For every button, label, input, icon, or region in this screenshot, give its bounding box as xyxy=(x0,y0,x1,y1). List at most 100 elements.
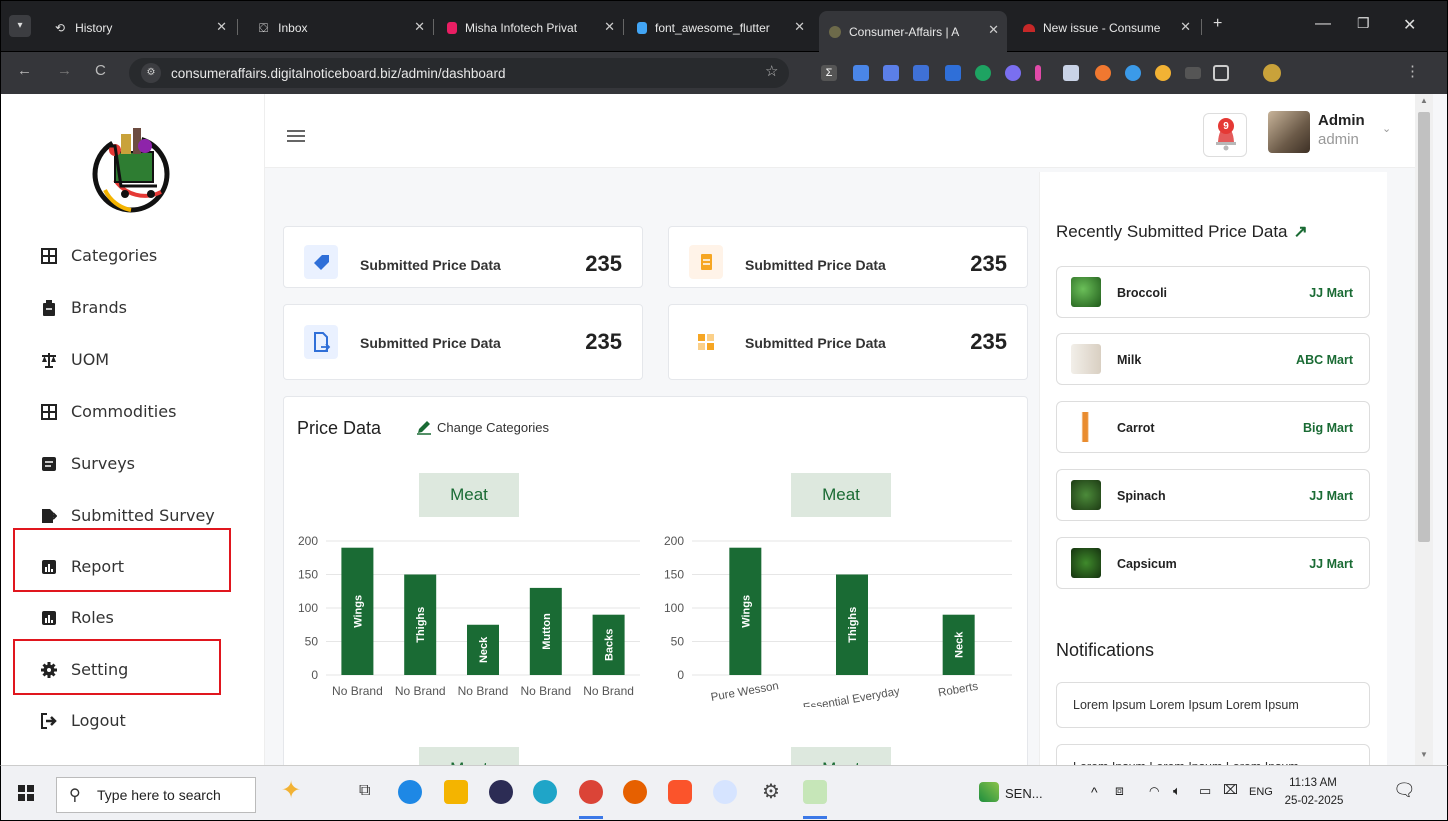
price-bar-chart: 0 50 100 150 200 Wings Pure Wesson Thighs Essent… xyxy=(664,534,1012,707)
close-icon[interactable]: ✕ xyxy=(604,19,615,35)
y-tick-label: 100 xyxy=(298,601,318,615)
sidebar-item-brands[interactable]: Brands xyxy=(41,298,127,317)
android-studio-icon[interactable] xyxy=(713,780,737,804)
sidebar-item-label: Surveys xyxy=(71,454,135,473)
address-bar[interactable]: ⚙ consumeraffairs.digitalnoticeboard.biz… xyxy=(129,58,789,88)
settings-gear-icon[interactable]: ⚙ xyxy=(759,780,783,804)
close-icon[interactable]: ✕ xyxy=(216,19,227,35)
color-extension-icon[interactable] xyxy=(1005,65,1021,81)
notification-bell-button[interactable]: 9 xyxy=(1203,113,1247,157)
site-info-icon[interactable]: ⚙ xyxy=(141,63,161,83)
list-item[interactable]: Capsicum JJ Mart xyxy=(1056,537,1370,589)
task-view-icon[interactable]: ⧉ xyxy=(359,782,370,800)
task-manager-icon[interactable] xyxy=(803,780,827,804)
minimize-icon[interactable]: — xyxy=(1315,15,1331,33)
page-scrollbar[interactable]: ▲ ▼ xyxy=(1415,94,1433,765)
clock-date[interactable]: 25-02-2025 xyxy=(1281,795,1347,807)
sidebar-item-submitted-survey[interactable]: Submitted Survey xyxy=(41,506,215,525)
cast-extension-icon[interactable] xyxy=(913,65,929,81)
emoji-extension-icon[interactable] xyxy=(1155,65,1171,81)
close-icon[interactable]: ✕ xyxy=(988,22,999,38)
cursor-extension-icon[interactable] xyxy=(1063,65,1079,81)
browser-menu-icon[interactable]: ⋮ xyxy=(1405,62,1420,80)
bookmark-star-icon[interactable]: ☆ xyxy=(765,62,778,80)
profile-avatar-icon[interactable] xyxy=(1263,64,1281,82)
new-tab-icon[interactable]: + xyxy=(1213,15,1222,33)
file-explorer-icon[interactable] xyxy=(444,780,468,804)
recent-title[interactable]: Recently Submitted Price Data ↗ xyxy=(1056,222,1308,242)
change-categories-button[interactable]: Change Categories xyxy=(416,419,549,435)
notification-item[interactable]: Lorem Ipsum Lorem Ipsum Lorem Ipsum xyxy=(1056,682,1370,728)
json-extension-icon[interactable] xyxy=(1095,65,1111,81)
sidebar-item-label: Roles xyxy=(71,608,114,627)
tab-new-issue[interactable]: New issue - Consume ✕ xyxy=(1013,13,1199,43)
list-item[interactable]: Milk ABC Mart xyxy=(1056,333,1370,385)
close-icon[interactable]: ✕ xyxy=(414,19,425,35)
sigma-extension-icon[interactable]: Σ xyxy=(821,65,837,81)
eclipse-icon[interactable] xyxy=(489,780,513,804)
sidebar-item-logout[interactable]: Logout xyxy=(41,711,126,730)
close-window-icon[interactable]: ✕ xyxy=(1403,15,1416,35)
sidebar-item-roles[interactable]: Roles xyxy=(41,608,114,627)
battery-icon[interactable]: ▭ xyxy=(1199,783,1211,799)
restore-icon[interactable]: ❐ xyxy=(1357,15,1370,32)
language-indicator[interactable]: ENG xyxy=(1249,786,1273,798)
back-icon[interactable]: ← xyxy=(17,62,32,79)
sidebar-item-surveys[interactable]: Surveys xyxy=(41,454,135,473)
crx-extension-icon[interactable] xyxy=(1185,67,1201,79)
extensions-puzzle-icon[interactable] xyxy=(1213,65,1229,81)
category-chip[interactable]: Meat xyxy=(791,473,891,517)
screen-extension-icon[interactable] xyxy=(883,65,899,81)
tab-history[interactable]: ⟲ History ✕ xyxy=(45,13,235,43)
tab-consumer-affairs[interactable]: Consumer-Affairs | A ✕ xyxy=(819,11,1007,53)
hamburger-menu-icon[interactable] xyxy=(287,130,305,142)
tab-font-awesome[interactable]: font_awesome_flutter ✕ xyxy=(627,13,813,43)
skype-icon[interactable] xyxy=(398,780,422,804)
scroll-down-icon[interactable]: ▼ xyxy=(1420,750,1428,759)
list-item[interactable]: Carrot Big Mart xyxy=(1056,401,1370,453)
category-chip[interactable]: Meat xyxy=(791,747,891,765)
forward-icon[interactable]: → xyxy=(57,62,72,79)
wifi-icon[interactable]: ◠ xyxy=(1149,784,1159,798)
edge-icon[interactable] xyxy=(533,780,557,804)
scrollbar-thumb[interactable] xyxy=(1418,112,1430,542)
stocks-widget-icon[interactable] xyxy=(979,782,999,802)
notification-center-icon[interactable]: 🗨︎ xyxy=(1393,780,1416,801)
sidebar-item-commodities[interactable]: Commodities xyxy=(41,402,176,421)
record-extension-icon[interactable] xyxy=(1125,65,1141,81)
firefox-icon[interactable] xyxy=(623,780,647,804)
grammarly-extension-icon[interactable] xyxy=(975,65,991,81)
tab-search-icon[interactable]: ▾ xyxy=(9,15,31,37)
top-header: 9 Admin admin ⌄ xyxy=(265,94,1415,168)
stocks-widget-label[interactable]: SEN... xyxy=(1005,786,1043,801)
pen-workspace-icon[interactable]: ⌧ xyxy=(1223,782,1238,798)
brave-icon[interactable] xyxy=(668,780,692,804)
tray-chevron-up-icon[interactable]: ^ xyxy=(1091,784,1098,800)
stat-card: Submitted Price Data 235 xyxy=(283,304,643,380)
category-chip[interactable]: Meat xyxy=(419,473,519,517)
tray-app-icon[interactable]: ⧈ xyxy=(1115,782,1124,799)
windows-start-icon[interactable] xyxy=(18,785,34,801)
taskbar-search-input[interactable]: ⚲ Type here to search xyxy=(56,777,256,813)
volume-icon[interactable]: 🔈︎ xyxy=(1173,783,1181,799)
scroll-up-icon[interactable]: ▲ xyxy=(1420,96,1428,105)
clock-time[interactable]: 11:13 AM xyxy=(1283,777,1343,789)
avatar[interactable] xyxy=(1268,111,1310,153)
sidebar-item-uom[interactable]: UOM xyxy=(41,350,109,369)
list-item[interactable]: Broccoli JJ Mart xyxy=(1056,266,1370,318)
category-chip[interactable]: Meat xyxy=(419,747,519,765)
close-icon[interactable]: ✕ xyxy=(1180,19,1191,35)
reload-icon[interactable]: C xyxy=(95,62,106,79)
pen-extension-icon[interactable] xyxy=(1035,65,1041,81)
tab-misha[interactable]: Misha Infotech Privat ✕ xyxy=(437,13,623,43)
chrome-icon[interactable] xyxy=(579,780,603,804)
sidebar-item-categories[interactable]: Categories xyxy=(41,246,157,265)
close-icon[interactable]: ✕ xyxy=(794,19,805,35)
notification-item[interactable]: Lorem Ipsum Lorem Ipsum Lorem Ipsum xyxy=(1056,744,1370,765)
chevron-down-icon[interactable]: ⌄ xyxy=(1382,122,1391,135)
fi-extension-icon[interactable] xyxy=(945,65,961,81)
tab-inbox[interactable]: ⛋ Inbox ✕ xyxy=(249,13,433,43)
copilot-sparkle-icon[interactable]: ✦ xyxy=(281,776,301,805)
translate-extension-icon[interactable] xyxy=(853,65,869,81)
list-item[interactable]: Spinach JJ Mart xyxy=(1056,469,1370,521)
